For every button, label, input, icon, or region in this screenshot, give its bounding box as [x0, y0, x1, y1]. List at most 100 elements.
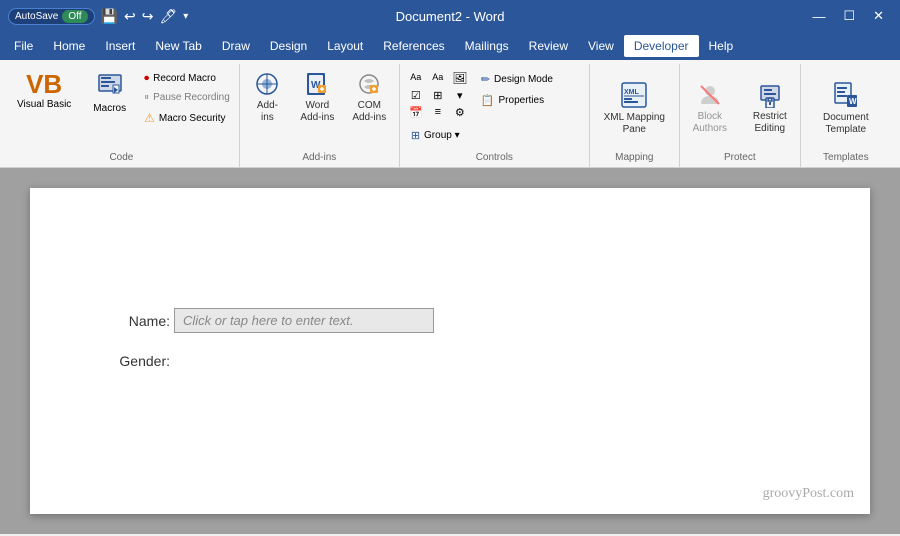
document-template-label: DocumentTemplate	[823, 112, 869, 136]
addins-group-label: Add-ins	[302, 150, 336, 165]
ctrl-etc-icon[interactable]: ⚙	[450, 105, 470, 120]
ribbon-group-controls: Aa Aa 🖼 ☑ ⊞ ▾ 📅 ≡ ⚙ ✏ Design Mode	[400, 64, 590, 167]
autosave-toggle[interactable]: Off	[62, 10, 87, 23]
menubar: File Home Insert New Tab Draw Design Lay…	[0, 32, 900, 60]
macros-label: Macros	[93, 103, 126, 114]
close-button[interactable]: ✕	[865, 4, 892, 28]
ctrl-date-icon[interactable]: 📅	[406, 105, 426, 120]
block-authors-icon	[697, 82, 723, 111]
warning-icon: ⚠	[144, 111, 155, 125]
visual-basic-icon: VB	[26, 71, 62, 97]
svg-text:W: W	[849, 97, 857, 106]
autosave-badge[interactable]: AutoSave Off	[8, 8, 95, 25]
menu-newtab[interactable]: New Tab	[145, 35, 211, 57]
menu-developer[interactable]: Developer	[624, 35, 699, 57]
document-template-button[interactable]: W DocumentTemplate	[816, 76, 876, 141]
ribbon-group-code: VB Visual Basic Macros	[4, 64, 240, 167]
macros-button[interactable]: Macros	[84, 66, 135, 119]
menu-draw[interactable]: Draw	[212, 35, 260, 57]
design-mode-icon: ✏	[481, 73, 490, 86]
ribbon-group-templates: W DocumentTemplate Templates	[801, 64, 891, 167]
menu-mailings[interactable]: Mailings	[455, 35, 519, 57]
menu-help[interactable]: Help	[699, 35, 744, 57]
controls-group-label: Controls	[476, 150, 513, 165]
group-icon: ⊞	[411, 129, 420, 142]
visual-basic-label: Visual Basic	[17, 99, 71, 111]
dropdown-arrow-icon[interactable]: ▾	[183, 11, 188, 22]
menu-review[interactable]: Review	[519, 35, 578, 57]
design-mode-button[interactable]: ✏ Design Mode	[476, 70, 558, 89]
window-controls: — ☐ ✕	[804, 4, 892, 28]
record-icon: ⏺	[144, 73, 149, 84]
properties-button[interactable]: 📋 Properties	[476, 91, 558, 110]
macro-security-button[interactable]: ⚠ Macro Security	[139, 108, 235, 128]
word-addins-icon: W	[304, 71, 330, 100]
block-authors-label: BlockAuthors	[693, 111, 727, 135]
minimize-button[interactable]: —	[804, 4, 833, 28]
document-title: Document2 - Word	[396, 9, 505, 24]
ribbon-group-addins: Add-ins W WordAdd-ins	[240, 64, 400, 167]
ctrl-list-icon[interactable]: ≡	[428, 105, 448, 120]
properties-label: Properties	[499, 95, 545, 106]
menu-design[interactable]: Design	[260, 35, 317, 57]
com-addins-button[interactable]: COMAdd-ins	[345, 66, 393, 129]
addins-label: Add-ins	[257, 100, 278, 124]
addins-icon	[254, 71, 280, 100]
code-group-label: Code	[109, 150, 133, 165]
doc-content: Name: Click or tap here to enter text. G…	[110, 308, 790, 369]
com-addins-icon	[356, 71, 382, 100]
pause-recording-button[interactable]: ⏸ Pause Recording	[139, 89, 235, 106]
visual-basic-button[interactable]: VB Visual Basic	[8, 66, 80, 116]
ctrl-aa-icon[interactable]: Aa	[406, 70, 426, 86]
customize-icon[interactable]: 🖊	[159, 8, 177, 25]
undo-icon[interactable]: ↩	[124, 8, 136, 25]
menu-home[interactable]: Home	[43, 35, 95, 57]
ctrl-aa2-icon[interactable]: Aa	[428, 70, 448, 86]
macros-icon	[97, 71, 123, 103]
addins-button[interactable]: Add-ins	[245, 66, 289, 129]
titlebar: AutoSave Off 💾 ↩ ↪ 🖊 ▾ Document2 - Word …	[0, 0, 900, 32]
menu-insert[interactable]: Insert	[95, 35, 145, 57]
ctrl-image-icon[interactable]: 🖼	[450, 70, 470, 86]
watermark: groovyPost.com	[763, 486, 854, 502]
menu-view[interactable]: View	[578, 35, 624, 57]
group-button[interactable]: ⊞ Group ▾	[406, 126, 465, 145]
word-addins-label: WordAdd-ins	[300, 100, 334, 124]
menu-references[interactable]: References	[373, 35, 454, 57]
document-template-icon: W	[832, 81, 860, 112]
protect-group-label: Protect	[724, 150, 756, 165]
record-macro-button[interactable]: ⏺ Record Macro	[139, 70, 235, 87]
name-row: Name: Click or tap here to enter text.	[110, 308, 790, 333]
name-field[interactable]: Click or tap here to enter text.	[174, 308, 434, 333]
titlebar-left: AutoSave Off 💾 ↩ ↪ 🖊 ▾	[8, 8, 188, 25]
templates-group-label: Templates	[823, 150, 869, 165]
block-authors-button[interactable]: BlockAuthors	[684, 77, 736, 140]
macro-security-label: Macro Security	[159, 113, 226, 124]
group-label: Group ▾	[424, 130, 460, 141]
ctrl-table-icon[interactable]: ⊞	[428, 88, 448, 103]
xml-mapping-label: XML MappingPane	[604, 112, 665, 136]
ribbon-group-mapping: XML XML MappingPane Mapping	[590, 64, 680, 167]
svg-text:XML: XML	[624, 89, 640, 96]
menu-layout[interactable]: Layout	[317, 35, 373, 57]
restrict-editing-button[interactable]: RestrictEditing	[744, 77, 796, 140]
menu-file[interactable]: File	[4, 35, 43, 57]
word-addins-button[interactable]: W WordAdd-ins	[293, 66, 341, 129]
maximize-button[interactable]: ☐	[835, 4, 863, 28]
redo-icon[interactable]: ↪	[142, 8, 154, 25]
restrict-editing-icon	[757, 82, 783, 111]
ctrl-dropdown-icon[interactable]: ▾	[450, 88, 470, 103]
ctrl-check-icon[interactable]: ☑	[406, 88, 426, 103]
com-addins-label: COMAdd-ins	[352, 100, 386, 124]
name-placeholder: Click or tap here to enter text.	[183, 313, 354, 328]
pause-icon: ⏸	[144, 92, 149, 103]
name-label: Name:	[110, 313, 170, 329]
autosave-label: AutoSave	[15, 11, 58, 22]
record-macro-label: Record Macro	[153, 73, 216, 84]
xml-mapping-pane-button[interactable]: XML XML MappingPane	[597, 76, 672, 141]
gender-label: Gender:	[110, 353, 170, 369]
save-icon[interactable]: 💾	[101, 8, 118, 25]
xml-mapping-icon: XML	[620, 81, 648, 112]
restrict-editing-label: RestrictEditing	[753, 111, 787, 135]
properties-icon: 📋	[481, 94, 495, 107]
